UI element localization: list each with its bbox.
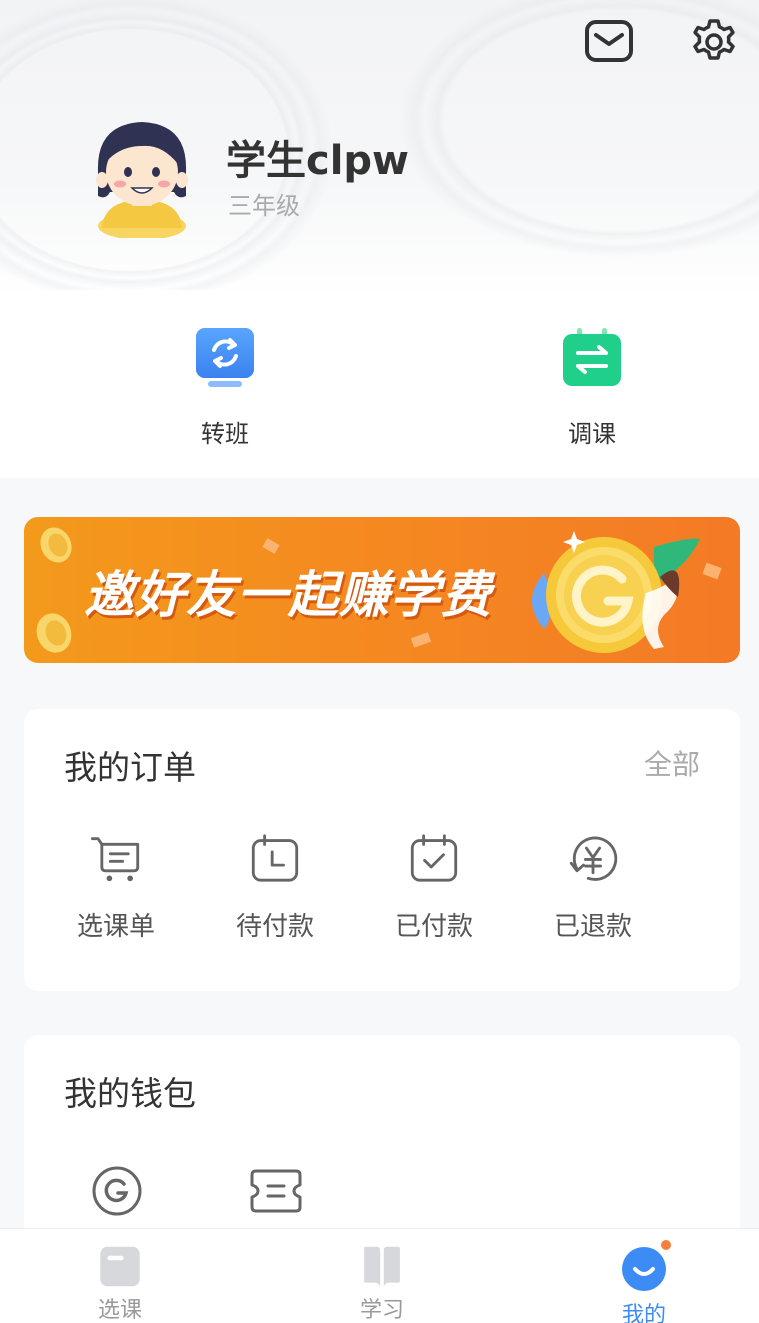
tab-study-label: 学习 bbox=[359, 1298, 404, 1323]
order-item-refunded[interactable]: 已退款 bbox=[538, 833, 648, 943]
wallet-coupons-button[interactable] bbox=[246, 1161, 306, 1221]
tab-courses[interactable]: 选课 bbox=[60, 1229, 180, 1323]
order-item-paid[interactable]: 已付款 bbox=[379, 833, 489, 943]
transfer-class-button[interactable]: 转班 bbox=[165, 326, 285, 456]
cart-list-icon bbox=[90, 837, 140, 882]
adjust-course-label: 调课 bbox=[568, 420, 616, 448]
coin-g-icon bbox=[92, 1166, 142, 1216]
order-item-pending[interactable]: 待付款 bbox=[220, 833, 330, 943]
wallet-coins-button[interactable] bbox=[87, 1161, 147, 1221]
pending-clock-icon bbox=[251, 834, 299, 882]
my-orders-card: 我的订单 全部 选课单 待付款 已付款 已退款 bbox=[24, 709, 740, 991]
mine-smile-icon bbox=[622, 1247, 666, 1291]
tab-mine[interactable]: 我的 bbox=[584, 1229, 704, 1323]
mail-button[interactable] bbox=[582, 16, 636, 66]
refund-yen-icon bbox=[569, 836, 618, 881]
order-item-pending-label: 待付款 bbox=[235, 912, 314, 942]
user-name[interactable]: 学生clpw bbox=[226, 128, 409, 186]
courses-tab-icon bbox=[100, 1246, 140, 1287]
settings-button[interactable] bbox=[686, 13, 742, 69]
user-grade[interactable]: 三年级 bbox=[228, 186, 300, 221]
mail-icon bbox=[585, 20, 633, 62]
tab-courses-label: 选课 bbox=[97, 1298, 142, 1323]
orders-view-all-link[interactable]: 全部 bbox=[644, 743, 700, 783]
adjust-course-button[interactable]: 调课 bbox=[532, 326, 652, 456]
adjust-course-icon bbox=[563, 328, 621, 386]
student-avatar-icon bbox=[96, 122, 188, 240]
banner-text: 邀好友一起赚学费 bbox=[84, 566, 492, 624]
gear-icon bbox=[693, 19, 735, 60]
order-item-paid-label: 已付款 bbox=[394, 912, 473, 942]
bottom-tab-bar: 选课 学习 我的 bbox=[0, 1228, 759, 1323]
paid-calendar-check-icon bbox=[410, 834, 458, 882]
transfer-class-label: 转班 bbox=[201, 420, 249, 448]
study-book-icon bbox=[364, 1246, 400, 1287]
order-item-cart-label: 选课单 bbox=[76, 912, 155, 942]
mine-tab-icon-wrap bbox=[620, 1239, 672, 1293]
transfer-class-icon bbox=[196, 328, 254, 387]
avatar[interactable] bbox=[82, 108, 202, 240]
orders-title: 我的订单 bbox=[64, 748, 196, 787]
coupon-ticket-icon bbox=[250, 1169, 302, 1213]
order-item-cart[interactable]: 选课单 bbox=[61, 833, 171, 943]
notification-dot bbox=[660, 1239, 672, 1251]
tab-study[interactable]: 学习 bbox=[322, 1229, 442, 1323]
tab-mine-label: 我的 bbox=[621, 1303, 666, 1323]
order-item-refunded-label: 已退款 bbox=[553, 912, 632, 942]
invite-friends-banner[interactable]: 邀好友一起赚学费 bbox=[24, 517, 740, 663]
wallet-title: 我的钱包 bbox=[64, 1074, 196, 1113]
